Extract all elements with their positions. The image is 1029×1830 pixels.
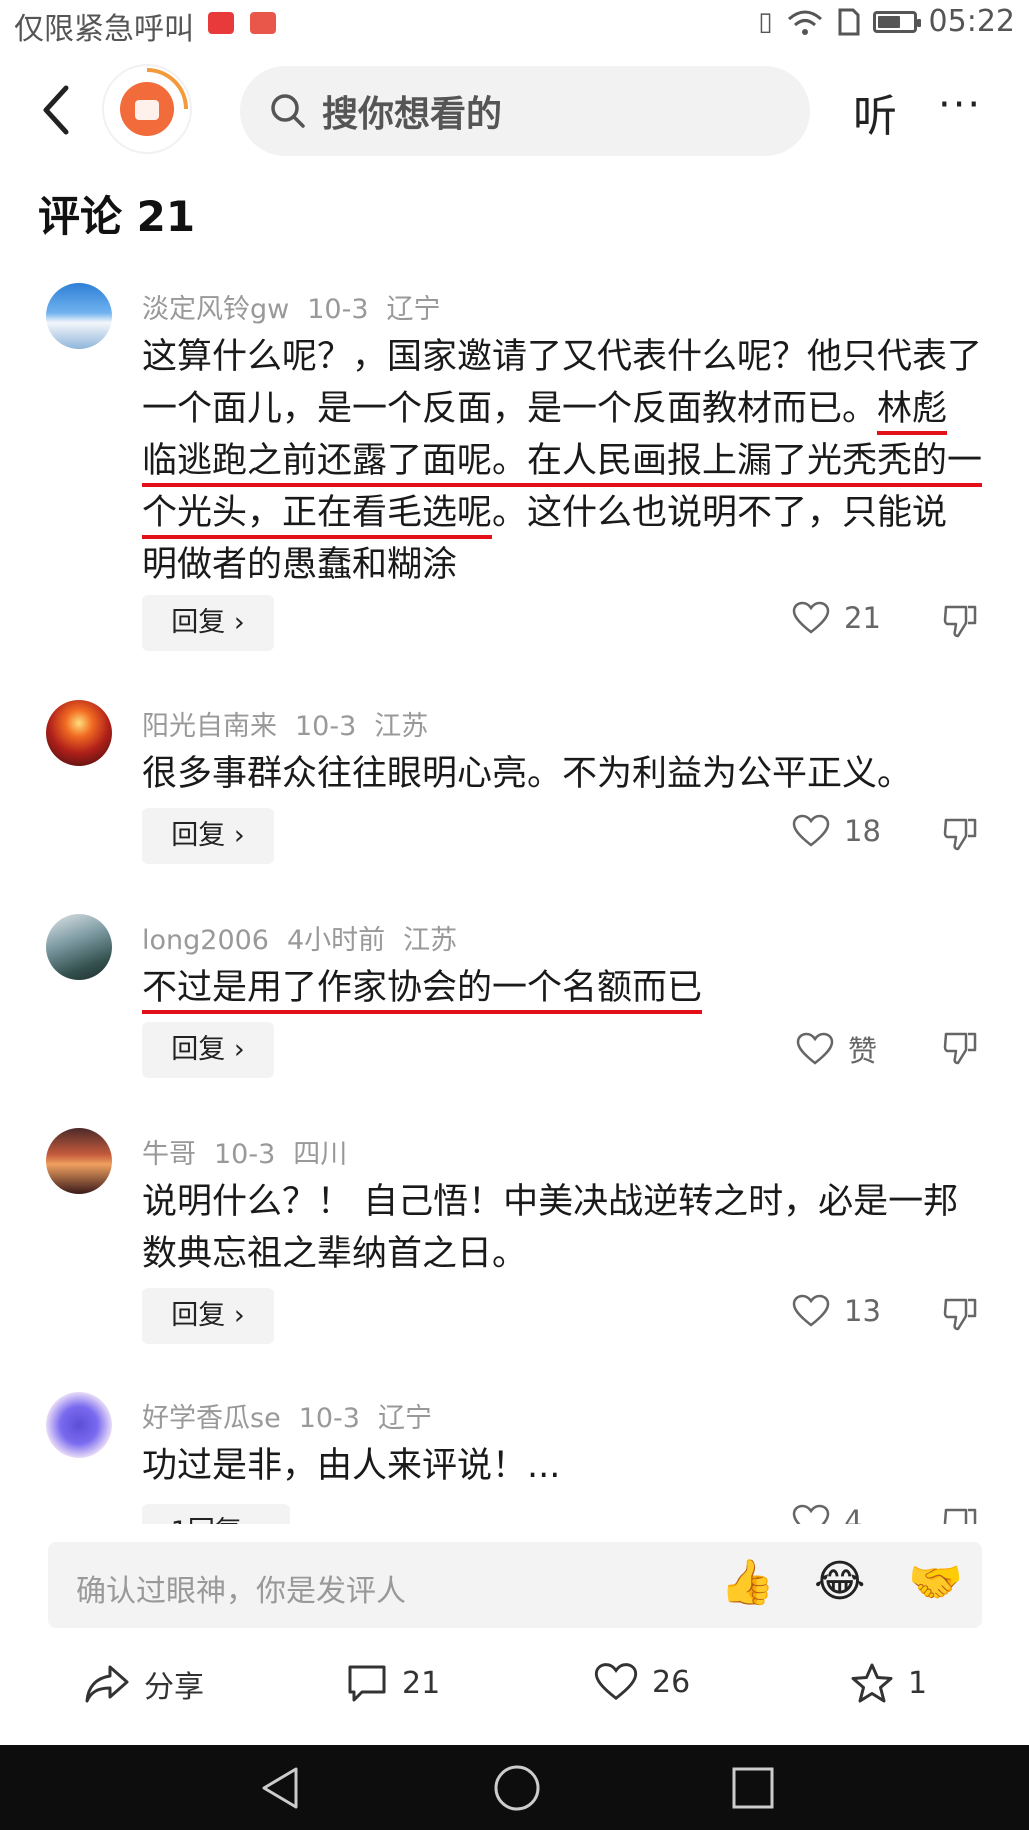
toutiao-badge-icon — [208, 12, 234, 34]
thumbs-down-icon[interactable] — [942, 1296, 978, 1332]
thumbs-down-icon[interactable] — [942, 1030, 978, 1066]
share-icon — [85, 1665, 129, 1703]
avatar[interactable] — [46, 700, 112, 766]
reply-button[interactable]: 回复 › — [142, 808, 274, 864]
comment-date: 10-3 — [295, 711, 357, 742]
comment-icon — [348, 1665, 386, 1702]
like-count: 21 — [844, 601, 881, 635]
vibrate-icon: ▯ — [758, 6, 773, 37]
thumbs-down-icon[interactable] — [942, 816, 978, 852]
laughing-emoji-icon[interactable]: 😂 — [814, 1556, 865, 1607]
thumbs-up-emoji-icon[interactable]: 👍 — [720, 1556, 775, 1608]
comment-meta: long2006 4小时前 江苏 — [142, 918, 475, 957]
favorite-button[interactable]: 1 — [850, 1662, 927, 1704]
nav-recent-icon[interactable] — [730, 1765, 776, 1811]
avatar[interactable] — [46, 1128, 112, 1194]
heart-icon — [792, 1504, 830, 1524]
heart-icon — [594, 1663, 638, 1701]
favorites-count: 1 — [908, 1665, 928, 1701]
comment-input[interactable]: 确认过眼神，你是发评人 👍 😂 🤝 — [48, 1542, 982, 1628]
comment-location: 辽宁 — [386, 294, 441, 325]
carrier-text: 仅限紧急呼叫 — [14, 12, 194, 47]
highlighted-text: 不过是用了作家协会的一个名额而已 — [142, 968, 703, 1014]
red-envelope-icon — [120, 82, 174, 136]
heart-icon — [792, 1294, 830, 1327]
username[interactable]: long2006 — [142, 925, 269, 956]
username[interactable]: 阳光自南来 — [142, 711, 277, 742]
avatar[interactable] — [46, 283, 112, 349]
comment-meta: 淡定风铃gw 10-3 辽宁 — [142, 287, 459, 326]
avatar[interactable] — [46, 1392, 112, 1458]
listen-button[interactable]: 听 — [853, 80, 897, 144]
comment-text: 不过是用了作家协会的一个名额而已 — [142, 962, 982, 1014]
comment-text: 说明什么？！ 自己悟！中美决战逆转之时，必是一邦数典忘祖之辈纳首之日。 — [142, 1182, 959, 1274]
star-icon — [851, 1663, 893, 1703]
like-count: 赞 — [848, 1034, 878, 1068]
reply-button[interactable]: 回复 › — [142, 595, 274, 651]
like-count: 13 — [844, 1294, 881, 1328]
comment-meta: 牛哥 10-3 四川 — [142, 1132, 365, 1171]
search-placeholder: 搜你想看的 — [322, 94, 503, 135]
username[interactable]: 牛哥 — [142, 1139, 196, 1170]
comments-count: 21 — [402, 1665, 441, 1701]
comment-text: 功过是非，由人来评说！... — [142, 1446, 561, 1486]
like-count: 4 — [844, 1504, 863, 1524]
comment-location: 江苏 — [403, 925, 458, 956]
huawei-badge-icon — [250, 12, 276, 34]
share-button[interactable]: 分享 — [84, 1662, 204, 1706]
comment-text: 这算什么呢？，国家邀请了又代表什么呢？他只代表了一个面儿，是一个反面，是一个反面… — [142, 331, 983, 591]
comment-meta: 阳光自南来 10-3 江苏 — [142, 704, 446, 743]
wifi-icon — [787, 10, 822, 35]
clock: 05:22 — [928, 4, 1015, 39]
reply-button[interactable]: 回复 › — [142, 1022, 274, 1078]
status-right: ▯ 05:22 — [758, 4, 1015, 39]
comments-title: 评论 21 — [38, 192, 196, 241]
comments-button[interactable]: 21 — [346, 1662, 440, 1704]
like-button[interactable]: 21 — [792, 601, 881, 635]
comment-location: 辽宁 — [377, 1403, 432, 1434]
heart-icon — [792, 814, 830, 847]
comment-location: 江苏 — [374, 711, 429, 742]
status-bar: 仅限紧急呼叫 ▯ 05:22 — [0, 0, 1029, 50]
like-button[interactable]: 13 — [792, 1294, 881, 1328]
more-button[interactable]: ··· — [938, 82, 982, 128]
thumbs-down-icon[interactable] — [942, 1506, 978, 1524]
battery-icon — [872, 10, 921, 33]
comment-meta: 好学香瓜se 10-3 辽宁 — [142, 1396, 450, 1435]
comment-location: 四川 — [293, 1139, 348, 1170]
thumbs-down-icon[interactable] — [942, 603, 978, 639]
username[interactable]: 淡定风铃gw — [142, 294, 289, 325]
likes-count: 26 — [652, 1664, 691, 1700]
search-icon — [271, 94, 305, 128]
comment-text-part: 这算什么呢？，国家邀请了又代表什么呢？他只代表了一个面儿，是一个反面，是一个反面… — [142, 337, 983, 429]
reply-button[interactable]: 1回复 › — [142, 1504, 290, 1524]
sim-icon — [838, 8, 860, 35]
app-logo[interactable] — [104, 66, 190, 152]
nav-back-icon[interactable] — [258, 1765, 302, 1811]
search-input[interactable]: 搜你想看的 — [240, 66, 810, 156]
share-label: 分享 — [144, 1670, 204, 1705]
heart-icon — [796, 1032, 834, 1065]
like-button[interactable]: 赞 — [796, 1028, 877, 1070]
comment-text: 很多事群众往往眼明心亮。不为利益为公平正义。 — [142, 754, 913, 794]
nav-home-icon[interactable] — [492, 1763, 542, 1813]
back-icon[interactable] — [36, 80, 76, 140]
comment-date: 10-3 — [214, 1139, 276, 1170]
like-button[interactable]: 4 — [792, 1504, 862, 1524]
comment-date: 4小时前 — [286, 925, 386, 956]
like-button[interactable]: 18 — [792, 814, 881, 848]
handshake-emoji-icon[interactable]: 🤝 — [908, 1556, 963, 1608]
comment-date: 10-3 — [298, 1403, 360, 1434]
like-count: 18 — [844, 814, 881, 848]
avatar[interactable] — [46, 914, 112, 980]
comment-item: 好学香瓜se 10-3 辽宁 功过是非，由人来评说！... 1回复 › 4 — [0, 1392, 1029, 1524]
like-article-button[interactable]: 26 — [594, 1662, 690, 1702]
username[interactable]: 好学香瓜se — [142, 1403, 281, 1434]
comment-date: 10-3 — [307, 294, 369, 325]
comment-input-placeholder: 确认过眼神，你是发评人 — [76, 1574, 406, 1609]
system-nav-bar — [0, 1745, 1029, 1830]
reply-button[interactable]: 回复 › — [142, 1288, 274, 1344]
heart-icon — [792, 601, 830, 634]
